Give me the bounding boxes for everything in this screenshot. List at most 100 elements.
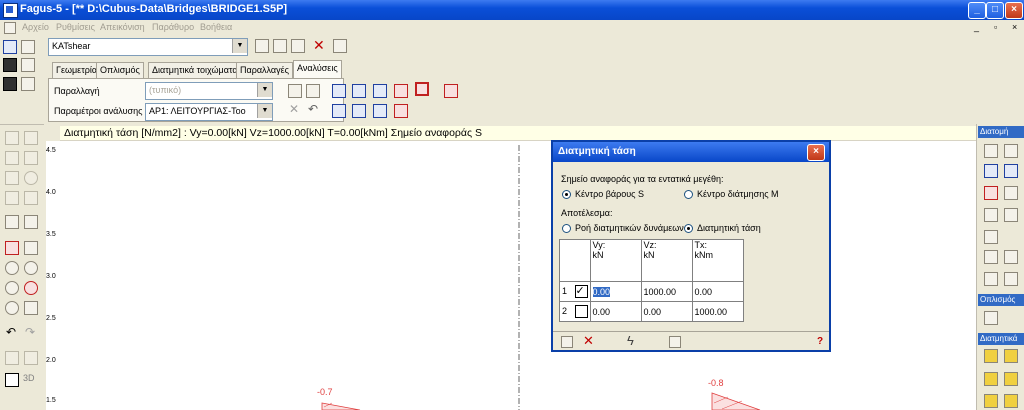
cell-vy[interactable]: 0.00 <box>589 281 642 302</box>
delete-icon[interactable]: ✕ <box>313 37 325 54</box>
help-button[interactable]: ? <box>817 336 823 347</box>
shear-icon[interactable] <box>415 82 429 96</box>
drawing-canvas[interactable]: -0.7 -0.8 <box>60 141 976 410</box>
edit-table-icon[interactable] <box>669 336 681 348</box>
shear-vz-icon[interactable] <box>1004 349 1018 363</box>
mdi-minimize-button[interactable]: _ <box>974 22 979 32</box>
polygon-icon[interactable] <box>24 151 38 165</box>
shear-t-icon[interactable] <box>1004 372 1018 386</box>
save-icon[interactable] <box>3 58 17 72</box>
stress-icon[interactable] <box>373 84 387 98</box>
menu-file[interactable]: Αρχείο <box>22 22 49 32</box>
row-checkbox[interactable] <box>574 284 588 298</box>
tab-variants[interactable]: Παραλλαγές <box>236 62 293 79</box>
eraser-icon[interactable] <box>24 241 38 255</box>
delete-analysis-icon[interactable]: ✕ <box>289 102 299 116</box>
perspective-icon[interactable] <box>5 351 19 365</box>
close-button[interactable]: × <box>1005 2 1023 19</box>
radio-shear-flow[interactable] <box>562 224 571 233</box>
mdi-close-button[interactable]: × <box>1012 22 1017 32</box>
tab-analyses[interactable]: Αναλύσεις <box>293 60 342 80</box>
save-as-icon[interactable] <box>3 77 17 91</box>
menu-view[interactable]: Απεικόνιση <box>100 22 145 32</box>
menu-settings[interactable]: Ρυθμίσεις <box>56 22 95 32</box>
section-fy-icon[interactable] <box>984 272 998 286</box>
params-combo[interactable]: ΑΡ1: ΛΕΙΤΟΥΡΓΙΑΣ-Too ▼ <box>145 103 273 121</box>
redo-view-icon[interactable]: ↷ <box>25 325 35 339</box>
variant-combo[interactable]: (τυπικό) ▼ <box>145 82 273 100</box>
rotate-icon[interactable] <box>24 351 38 365</box>
section-dim-icon[interactable] <box>1004 208 1018 222</box>
shear-vy-icon[interactable] <box>984 372 998 386</box>
cell-vy[interactable]: 0.00 <box>589 301 642 322</box>
tab-reinforcement[interactable]: Οπλισμός <box>96 62 144 79</box>
row-selector[interactable]: 2 <box>559 301 591 322</box>
zoom-previous-icon[interactable] <box>5 301 19 315</box>
shear-tbar-icon[interactable] <box>1004 394 1018 408</box>
undo-view-icon[interactable]: ↶ <box>6 325 16 339</box>
section-edit-icon[interactable] <box>984 186 998 200</box>
table-row[interactable]: 1 0.00 1000.00 0.00 <box>559 281 744 302</box>
torsion-icon[interactable] <box>373 104 387 118</box>
print-preview-icon[interactable] <box>21 58 35 72</box>
l-shape-icon[interactable] <box>5 171 19 185</box>
reinforcement-icon[interactable] <box>984 311 998 325</box>
cell-vz[interactable]: 1000.00 <box>640 281 693 302</box>
i-beam-icon[interactable] <box>984 164 998 178</box>
select-icon[interactable] <box>5 215 19 229</box>
zoom-out-icon[interactable] <box>24 261 38 275</box>
point-icon[interactable] <box>5 131 19 145</box>
tab-geometry[interactable]: Γεωμετρία <box>52 62 102 79</box>
strain-icon[interactable] <box>394 84 408 98</box>
undo-icon[interactable]: ↶ <box>308 102 318 116</box>
shear-vt-icon[interactable] <box>984 349 998 363</box>
bending-icon[interactable] <box>332 84 346 98</box>
section-cs-icon[interactable] <box>984 250 998 264</box>
cell-vz[interactable]: 0.00 <box>640 301 693 322</box>
export-icon[interactable] <box>21 77 35 91</box>
minimize-button[interactable]: _ <box>968 2 986 19</box>
delete-row-icon[interactable]: ✕ <box>583 333 594 349</box>
open-icon[interactable] <box>3 40 17 54</box>
section-fx-icon[interactable] <box>1004 272 1018 286</box>
copy-analysis-icon[interactable] <box>306 84 320 98</box>
section-rect-icon[interactable] <box>984 144 998 158</box>
checkbox-view-icon[interactable] <box>5 373 19 387</box>
angle-icon[interactable] <box>5 191 19 205</box>
section-cn-icon[interactable] <box>1004 250 1018 264</box>
section-outline-icon[interactable] <box>1004 144 1018 158</box>
zoom-window-icon[interactable] <box>24 281 38 295</box>
axial-icon[interactable] <box>352 84 366 98</box>
zoom-all-icon[interactable] <box>5 281 19 295</box>
cell-tx[interactable]: 1000.00 <box>691 301 744 322</box>
3d-view-icon[interactable]: 3D <box>23 373 35 383</box>
rectangle-icon[interactable] <box>5 151 19 165</box>
row-selector[interactable]: 1 <box>559 281 591 302</box>
radio-shear-center[interactable] <box>684 190 693 199</box>
row-checkbox[interactable] <box>574 305 588 318</box>
circle-icon[interactable] <box>24 171 38 185</box>
new-section-icon[interactable] <box>255 39 269 53</box>
new-row-icon[interactable] <box>561 336 573 348</box>
calc-print-icon[interactable] <box>444 84 458 98</box>
new-analysis-icon[interactable] <box>288 84 302 98</box>
text-tool-icon[interactable] <box>24 191 38 205</box>
print-icon[interactable] <box>21 40 35 54</box>
section-mirror-icon[interactable] <box>984 208 998 222</box>
menu-window[interactable]: Παράθυρο <box>152 22 194 32</box>
table-row[interactable]: 2 0.00 0.00 1000.00 <box>559 301 744 322</box>
select-all-icon[interactable] <box>24 215 38 229</box>
pan-hand-icon[interactable] <box>24 301 38 315</box>
cell-tx[interactable]: 0.00 <box>691 281 744 302</box>
section-combo[interactable]: KATshear ▼ <box>48 38 248 56</box>
zoom-in-icon[interactable] <box>5 261 19 275</box>
principal-stress-icon[interactable] <box>352 104 366 118</box>
section-properties-icon[interactable] <box>333 39 347 53</box>
radio-shear-stress[interactable] <box>684 224 693 233</box>
maximize-button[interactable]: □ <box>986 2 1004 19</box>
interaction-icon[interactable] <box>332 104 346 118</box>
mdi-restore-button[interactable]: ▫ <box>994 22 997 32</box>
section-move-icon[interactable] <box>1004 186 1018 200</box>
radio-centroid[interactable] <box>562 190 571 199</box>
line-icon[interactable] <box>24 131 38 145</box>
